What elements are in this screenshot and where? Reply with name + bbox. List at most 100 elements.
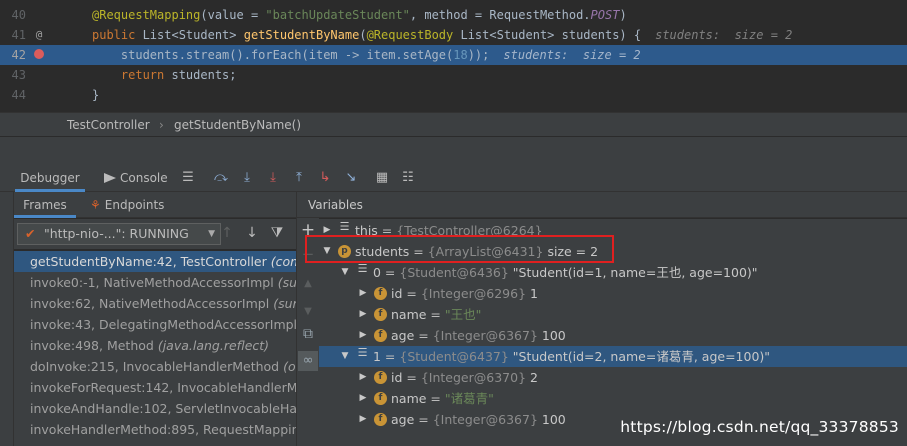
code-token: @RequestBody [366,28,461,42]
code-token: List<Student> students) { [460,28,642,42]
frame-class: (sun.re [277,275,296,290]
show-execution-point-icon[interactable]: ⤼ [213,170,229,186]
frame-up-icon[interactable]: ↑ [219,225,235,243]
tab-console-label: Console [120,171,168,185]
frame-item[interactable]: invokeHandlerMethod:895, RequestMappingH [14,419,296,440]
move-up-icon: ▲ [304,278,312,289]
variables-header: Variables [297,192,907,218]
frame-class: (com.zy [270,254,296,269]
tab-frames[interactable]: Frames [14,192,76,218]
frame-method: invoke0:-1, NativeMethodAccessorImpl [30,275,274,290]
chevron-down-icon[interactable]: ▼ [340,262,350,283]
variable-ref: {Integer@6367} [432,328,538,343]
frame-down-icon[interactable]: ↓ [244,225,260,243]
chevron-right-icon[interactable]: ▶ [358,409,368,430]
breakpoint-dot [34,49,44,59]
chevron-down-icon[interactable]: ▼ [340,346,350,367]
code-text: public List<Student> getStudentByName(@R… [92,25,792,45]
frame-item[interactable]: invoke0:-1, NativeMethodAccessorImpl (su… [14,272,296,293]
variable-row[interactable]: ▶ f name = "王也" [319,304,907,325]
mapping-gutter-icon[interactable]: @ [32,25,46,45]
code-token: } [92,88,100,102]
run-to-cursor-icon[interactable]: ↘ [343,170,359,186]
tab-variables[interactable]: Variables [308,192,363,218]
layout-menu-icon[interactable]: ☰ [180,170,196,186]
variable-value: 100 [541,328,566,343]
field-icon: f [374,371,387,384]
code-line[interactable]: 40 @RequestMapping(value = "batchUpdateSt… [0,5,907,25]
step-into-icon[interactable]: ⤒ [291,170,307,186]
variable-name: name [391,307,427,322]
code-token: public [92,28,143,42]
variable-name: age [391,328,415,343]
debugger-toolbar: Debugger Console ☰ ⤼ ⤓ ⤓ ⤒ ↳ ↘ ▦ ☷ [0,164,907,192]
thread-selector[interactable]: ✔ "http-nio-...": RUNNING ▼ [17,223,221,245]
frame-item[interactable]: invoke:498, Method (java.lang.reflect) [14,335,296,356]
frame-item[interactable]: invoke:62, NativeMethodAccessorImpl (sun… [14,293,296,314]
code-line[interactable]: 41 @ public List<Student> getStudentByName… [0,25,907,45]
frame-class: (java.lang.reflect) [157,338,270,353]
code-token: (value = [200,8,266,22]
trace-settings-icon[interactable]: ☷ [400,170,416,186]
endpoints-icon: ⚘ [90,198,101,212]
object-icon: ☰ [339,220,350,233]
variable-name: name [391,391,427,406]
watermark: https://blog.csdn.net/qq_33378853 [620,418,899,436]
variable-row[interactable]: ▶ f id = {Integer@6296} 1 [319,283,907,304]
chevron-right-icon[interactable]: ▶ [358,283,368,304]
code-token: )); [467,48,490,62]
filter-icon[interactable]: ⧩ [269,225,285,243]
code-line[interactable]: 42 students.stream().forEach(item -> ite… [0,45,907,65]
variable-row[interactable]: ▶ f id = {Integer@6370} 2 [319,367,907,388]
tab-endpoints[interactable]: ⚘ Endpoints [90,192,164,218]
code-token: @RequestMapping [92,8,201,22]
thread-label: "http-nio-...": RUNNING [44,226,189,241]
chevron-right-icon[interactable]: ▶ [358,304,368,325]
tab-debugger[interactable]: Debugger [15,164,85,192]
variable-row[interactable]: ▼ ☰ 0 = {Student@6436} "Student(id=1, name… [319,262,907,283]
variable-text: 1 = {Student@6437} "Student(id=2, name=诸… [373,349,771,364]
frame-item[interactable]: invokeForRequest:142, InvocableHandlerMe… [14,377,296,398]
frame-item[interactable]: getStudentByName:42, TestController (com… [14,251,296,272]
code-editor[interactable]: 40 @RequestMapping(value = "batchUpdateSt… [0,0,907,112]
variable-row[interactable]: ▶ f name = "诸葛青" [319,388,907,409]
inline-debug-hint: students: size = 2 [503,48,641,62]
drop-frame-icon[interactable]: ↳ [317,170,333,186]
chevron-right-icon[interactable]: ▶ [358,388,368,409]
variable-string-value: "王也" [444,307,482,322]
variable-text: age = {Integer@6367} 100 [391,328,566,343]
move-down-icon: ▼ [304,306,312,317]
line-number: 41 [11,28,26,42]
variable-name: 1 [373,349,381,364]
breadcrumb-class[interactable]: TestController [67,113,150,137]
variable-row[interactable]: ▶ f age = {Integer@6367} 100 [319,325,907,346]
breakpoint-icon[interactable] [32,45,46,65]
code-line[interactable]: 44} [0,85,907,105]
evaluate-expression-icon[interactable]: ▦ [374,170,390,186]
breadcrumb-method[interactable]: getStudentByName() [174,113,301,137]
code-text: @RequestMapping(value = "batchUpdateStud… [92,5,627,25]
line-number: 40 [11,8,26,22]
variable-value: "Student(id=2, name=诸葛青, age=100)" [512,349,771,364]
variable-name: age [391,412,415,427]
code-token: return [120,68,172,82]
code-text: } [92,85,99,105]
glasses-icon[interactable]: ∞ [298,351,318,371]
code-token: students; [171,68,237,82]
step-over-icon[interactable]: ⤓ [239,170,255,186]
chevron-right-icon[interactable]: ▶ [358,367,368,388]
tab-console[interactable]: Console [104,164,168,192]
variable-row[interactable]: ▼ ☰ 1 = {Student@6437} "Student(id=2, name… [319,346,907,367]
variable-value: "Student(id=1, name=王也, age=100)" [512,265,758,280]
frame-item[interactable]: invoke:43, DelegatingMethodAccessorImpl … [14,314,296,335]
frame-item[interactable]: doInvoke:215, InvocableHandlerMethod (or… [14,356,296,377]
copy-icon[interactable]: ⧉ [300,326,316,342]
frame-item[interactable]: invokeAndHandle:102, ServletInvocableHan… [14,398,296,419]
variable-text: 0 = {Student@6436} "Student(id=1, name=王… [373,265,758,280]
code-line[interactable]: 43 return students; [0,65,907,85]
frames-list[interactable]: getStudentByName:42, TestController (com… [14,251,296,446]
breadcrumb: TestController › getStudentByName() [0,112,907,136]
chevron-right-icon[interactable]: ▶ [358,325,368,346]
force-step-into-icon[interactable]: ⤓ [265,170,281,186]
frame-method: invokeAndHandle:102, ServletInvocableHan… [30,401,296,416]
